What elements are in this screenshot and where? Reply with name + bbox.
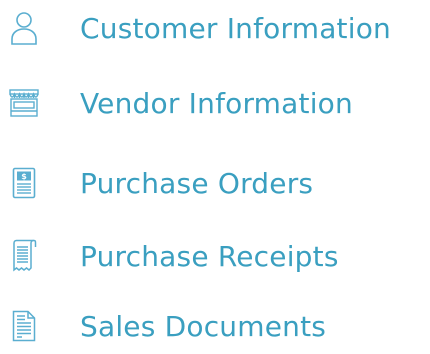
document-icon xyxy=(6,308,42,344)
menu-item-purchase-receipts[interactable]: Purchase Receipts xyxy=(0,228,430,284)
menu-item-label: Purchase Receipts xyxy=(80,239,339,273)
menu-item-customer-information[interactable]: Customer Information xyxy=(0,0,430,56)
menu-item-purchase-orders[interactable]: $ Purchase Orders xyxy=(0,155,430,211)
menu-item-label: Vendor Information xyxy=(80,86,353,120)
menu-item-sales-documents[interactable]: Sales Documents xyxy=(0,298,430,354)
dollar-document-icon: $ xyxy=(6,165,42,201)
menu-item-vendor-information[interactable]: Vendor Information xyxy=(0,75,430,131)
navigation-menu: Customer Information Vendor Information xyxy=(0,0,430,343)
person-icon xyxy=(6,10,42,46)
menu-item-label: Purchase Orders xyxy=(80,166,314,200)
storefront-icon xyxy=(6,85,42,121)
menu-item-label: Sales Documents xyxy=(80,309,327,343)
svg-text:$: $ xyxy=(21,172,27,181)
menu-item-label: Customer Information xyxy=(80,11,391,45)
receipt-icon xyxy=(6,238,42,274)
